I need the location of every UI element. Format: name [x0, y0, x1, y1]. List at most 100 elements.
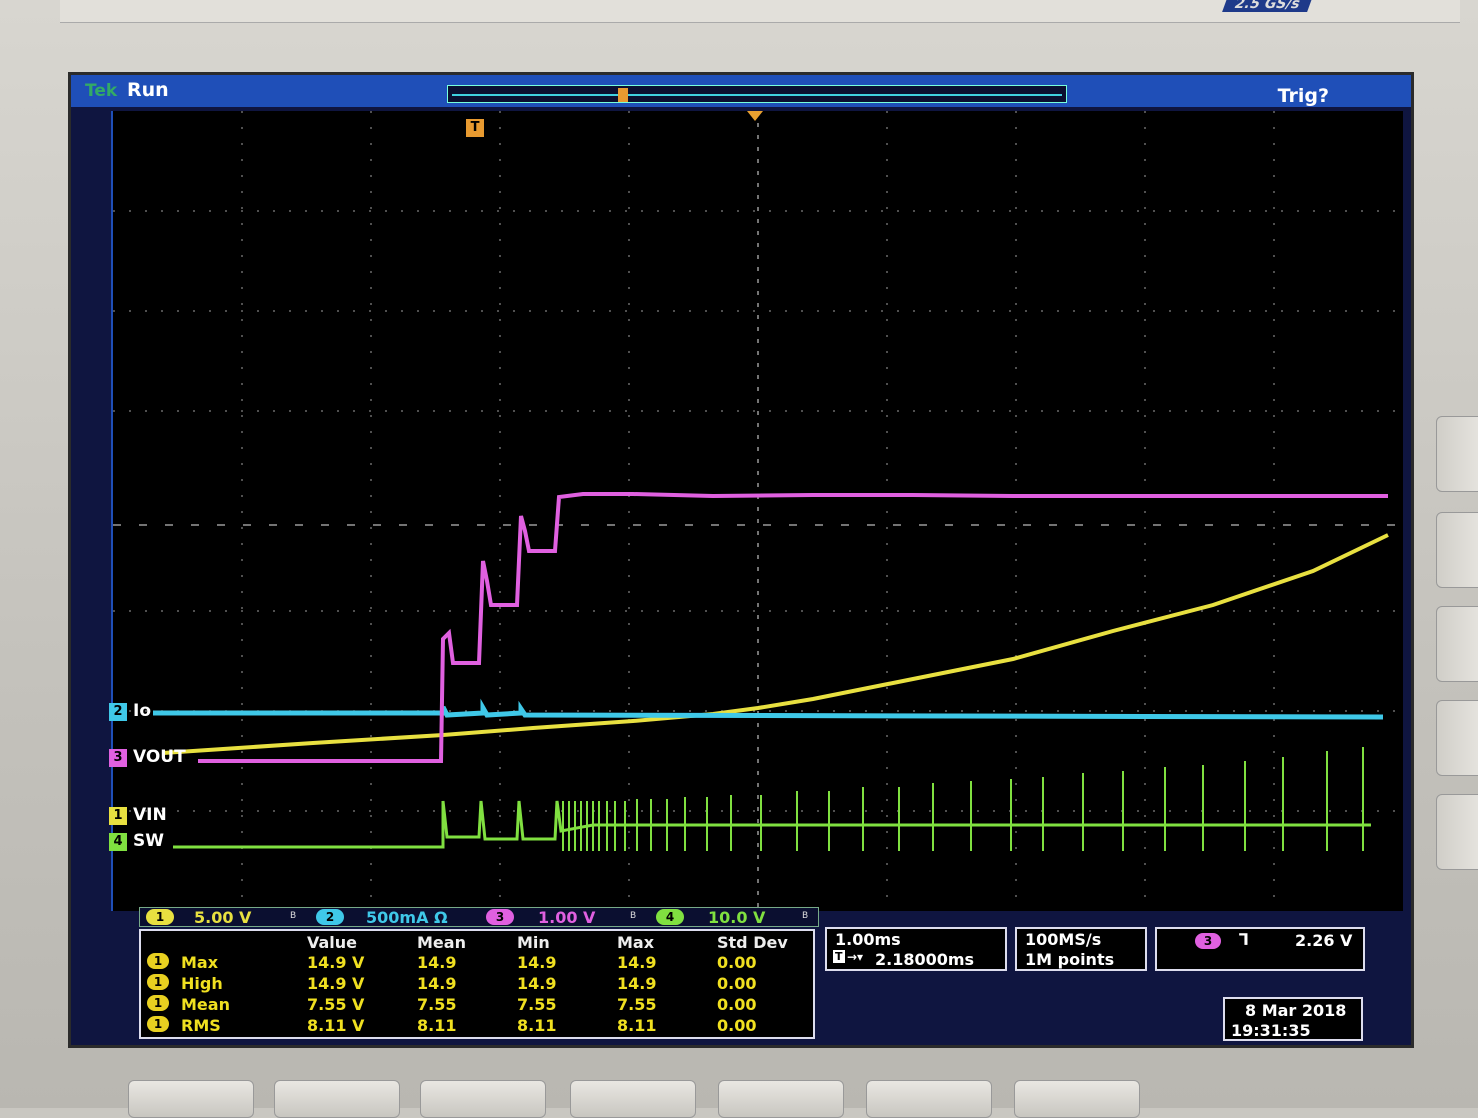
meas-ch-badge: 1 [147, 953, 169, 969]
bottom-button-2[interactable] [274, 1080, 400, 1118]
record-line [452, 94, 1062, 96]
record-trigger-mark [618, 88, 628, 102]
meas-value: 7.55 V [307, 995, 365, 1014]
acquisition-box[interactable]: 100MS/s 1M points [1015, 927, 1147, 971]
bottom-button-3[interactable] [420, 1080, 546, 1118]
brand-label: Tek [85, 81, 118, 101]
ch4-badge[interactable]: 4 [109, 833, 127, 851]
time: 19:31:35 [1231, 1021, 1311, 1040]
bw-limit-icon: B [802, 911, 809, 921]
meas-std: 0.00 [717, 995, 757, 1014]
meas-min: 14.9 [517, 974, 557, 993]
timebase-delay: 2.18000ms [875, 950, 975, 969]
bw-limit-icon: B [630, 911, 637, 921]
meas-ch-badge: 1 [147, 1016, 169, 1032]
delay-arrow-icon: →▾ [847, 950, 864, 964]
bw-limit-icon: B [290, 911, 297, 921]
scale-ch2-value: 500mA Ω [366, 908, 448, 927]
top-label-strip: 2.5 GS/s [60, 0, 1460, 23]
side-button-5[interactable] [1436, 794, 1478, 870]
status-bar: Tek Run Trig? [71, 75, 1411, 107]
ch4-label: SW [133, 831, 164, 851]
meas-mean: 7.55 [417, 995, 457, 1014]
scale-ch4-badge[interactable]: 4 [656, 909, 684, 925]
trigger-position-marker[interactable]: T [466, 119, 484, 137]
datetime-box: 8 Mar 2018 19:31:35 [1223, 997, 1363, 1041]
io-trace [153, 698, 1384, 720]
meas-value: 8.11 V [307, 1016, 365, 1035]
meas-row: 1 Mean 7.55 V 7.55 7.55 7.55 0.00 [141, 995, 813, 1016]
meas-ch-badge: 1 [147, 995, 169, 1011]
ch3-badge[interactable]: 3 [109, 749, 127, 767]
meas-max: 14.9 [617, 974, 657, 993]
meas-max: 7.55 [617, 995, 657, 1014]
bottom-button-5[interactable] [718, 1080, 844, 1118]
meas-std: 0.00 [717, 1016, 757, 1035]
vin-trace [162, 533, 1389, 755]
timebase-box[interactable]: 1.00ms T →▾ 2.18000ms [825, 927, 1007, 971]
waveform-graticule[interactable] [111, 111, 1403, 911]
bottom-button-4[interactable] [570, 1080, 696, 1118]
meas-name: Max [181, 953, 219, 972]
scale-ch4-value: 10.0 V [708, 908, 766, 927]
meas-std: 0.00 [717, 974, 757, 993]
meas-header-mean: Mean [417, 933, 466, 952]
waveform-svg [113, 111, 1403, 911]
ch1-label: VIN [133, 805, 167, 825]
meas-std: 0.00 [717, 953, 757, 972]
run-state[interactable]: Run [127, 79, 169, 101]
trigger-box[interactable]: 3 ⅂ 2.26 V [1155, 927, 1365, 971]
measurement-panel[interactable]: Value Mean Min Max Std Dev 1 Max 14.9 V … [139, 929, 815, 1039]
scale-ch1-value: 5.00 V [194, 908, 252, 927]
meas-mean: 8.11 [417, 1016, 457, 1035]
meas-header-min: Min [517, 933, 550, 952]
ch1-badge[interactable]: 1 [109, 807, 127, 825]
meas-mean: 14.9 [417, 974, 457, 993]
trigger-state: Trig? [1277, 85, 1329, 107]
scope-screen: Tek Run Trig? T 2 Io 3 VOUT 1 VIN 4 SW 1… [68, 72, 1414, 1048]
trigger-delay-icon: T [833, 950, 845, 963]
vertical-scale-bar: 1 5.00 V B 2 500mA Ω 3 1.00 V B 4 10.0 V… [139, 907, 819, 927]
meas-header-max: Max [617, 933, 655, 952]
ch2-label: Io [133, 701, 152, 721]
meas-value: 14.9 V [307, 953, 365, 972]
scale-ch2-badge[interactable]: 2 [316, 909, 344, 925]
meas-mean: 14.9 [417, 953, 457, 972]
ch3-label: VOUT [133, 747, 186, 767]
center-axes [113, 111, 1403, 911]
meas-header-value: Value [307, 933, 358, 952]
scale-ch3-badge[interactable]: 3 [486, 909, 514, 925]
record-length: 1M points [1025, 950, 1115, 969]
meas-min: 14.9 [517, 953, 557, 972]
sw-spikes [562, 747, 1364, 851]
side-button-2[interactable] [1436, 512, 1478, 588]
meas-min: 8.11 [517, 1016, 557, 1035]
meas-name: High [181, 974, 223, 993]
bottom-button-7[interactable] [1014, 1080, 1140, 1118]
meas-max: 8.11 [617, 1016, 657, 1035]
bottom-button-6[interactable] [866, 1080, 992, 1118]
meas-name: Mean [181, 995, 230, 1014]
bottom-button-1[interactable] [128, 1080, 254, 1118]
side-button-1[interactable] [1436, 416, 1478, 492]
meas-min: 7.55 [517, 995, 557, 1014]
side-button-3[interactable] [1436, 606, 1478, 682]
vout-trace [198, 492, 1388, 763]
trigger-level: 2.26 V [1295, 931, 1353, 950]
sample-rate: 100MS/s [1025, 930, 1102, 949]
trigger-source-badge: 3 [1195, 933, 1221, 949]
bottom-menu-buttons [0, 1074, 1478, 1118]
scale-ch1-badge[interactable]: 1 [146, 909, 174, 925]
meas-header-stddev: Std Dev [717, 933, 788, 952]
meas-ch-badge: 1 [147, 974, 169, 990]
side-button-4[interactable] [1436, 700, 1478, 776]
meas-max: 14.9 [617, 953, 657, 972]
scale-ch3-value: 1.00 V [538, 908, 596, 927]
center-position-arrow [747, 111, 763, 121]
meas-row: 1 RMS 8.11 V 8.11 8.11 8.11 0.00 [141, 1016, 813, 1037]
meas-value: 14.9 V [307, 974, 365, 993]
timebase-scale: 1.00ms [835, 930, 901, 949]
ch2-badge[interactable]: 2 [109, 703, 127, 721]
meas-name: RMS [181, 1016, 221, 1035]
record-view-bar [447, 85, 1067, 103]
